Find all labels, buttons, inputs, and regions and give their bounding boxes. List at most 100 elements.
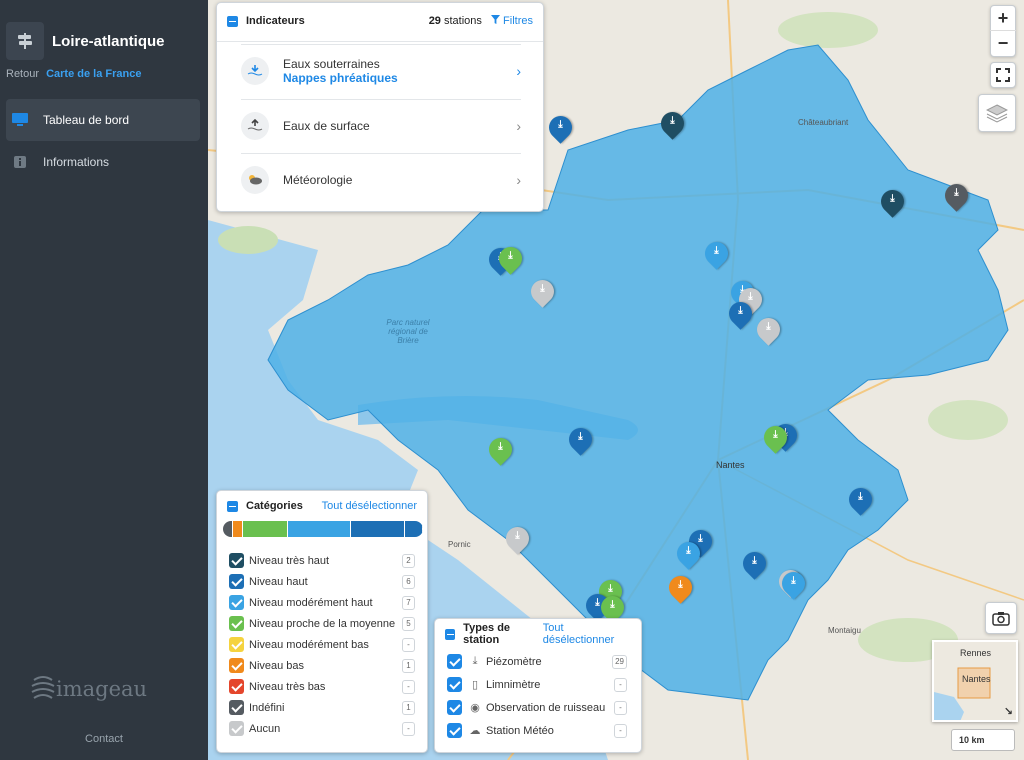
checkbox[interactable] bbox=[229, 553, 244, 568]
collapse-icon[interactable] bbox=[445, 628, 456, 640]
piezometer-icon: ⤓ bbox=[678, 579, 683, 590]
checkbox[interactable] bbox=[229, 658, 244, 673]
info-icon bbox=[12, 155, 28, 169]
category-item[interactable]: Niveau modérément haut 7 bbox=[229, 592, 415, 613]
checkbox[interactable] bbox=[229, 700, 244, 715]
station-marker[interactable]: ⤓ bbox=[526, 275, 559, 312]
surface-water-icon bbox=[241, 112, 269, 140]
sidebar-item-dashboard[interactable]: Tableau de bord bbox=[6, 99, 200, 141]
place-label-nantes: Nantes bbox=[716, 460, 745, 470]
category-item[interactable]: Niveau haut 6 bbox=[229, 571, 415, 592]
checkbox[interactable] bbox=[447, 723, 462, 738]
checkbox[interactable] bbox=[229, 721, 244, 736]
station-type-count: - bbox=[614, 723, 627, 738]
station-marker[interactable]: ⤓ bbox=[564, 423, 597, 460]
categories-deselect-all[interactable]: Tout désélectionner bbox=[322, 500, 417, 512]
zoom-out-button[interactable]: − bbox=[990, 31, 1016, 56]
filter-icon bbox=[490, 15, 500, 24]
station-marker[interactable]: ⤓ bbox=[501, 522, 534, 559]
category-item[interactable]: Indéfini 1 bbox=[229, 697, 415, 718]
station-marker[interactable]: ⤓ bbox=[752, 313, 785, 350]
category-count: - bbox=[402, 679, 415, 694]
indicator-surface-water[interactable]: Eaux de surface › bbox=[241, 99, 521, 152]
station-types-deselect-all[interactable]: Tout désélectionner bbox=[543, 622, 631, 646]
station-marker[interactable]: ⤓ bbox=[484, 433, 517, 470]
sidebar-item-informations[interactable]: Informations bbox=[6, 141, 200, 183]
piezometer-icon: ⤓ bbox=[714, 245, 719, 256]
collapse-icon[interactable] bbox=[227, 500, 238, 512]
category-label: Niveau proche de la moyenne bbox=[249, 617, 396, 630]
category-count: - bbox=[402, 721, 415, 736]
category-item[interactable]: Niveau très haut 2 bbox=[229, 550, 415, 571]
station-type-limnimetre[interactable]: ▯ Limnimètre - bbox=[447, 673, 627, 696]
filters-button[interactable]: Filtres bbox=[490, 15, 533, 27]
monitor-icon bbox=[12, 113, 28, 127]
station-type-piezometre[interactable]: ⤓ Piézomètre 29 bbox=[447, 650, 627, 673]
station-marker[interactable]: ⤓ bbox=[844, 483, 877, 520]
indicator-groundwater[interactable]: Eaux souterraines Nappes phréatiques › bbox=[241, 44, 521, 97]
category-label: Niveau très bas bbox=[249, 680, 326, 693]
checkbox[interactable] bbox=[229, 679, 244, 694]
contact-link[interactable]: Contact bbox=[0, 733, 208, 745]
piezometer-icon: ⤓ bbox=[558, 119, 563, 130]
station-type-observation[interactable]: ◉ Observation de ruisseau - bbox=[447, 696, 627, 719]
category-item[interactable]: Niveau bas 1 bbox=[229, 655, 415, 676]
minimap-toggle-icon[interactable]: ↘ bbox=[1004, 705, 1013, 718]
category-item[interactable]: Niveau très bas - bbox=[229, 676, 415, 697]
checkbox[interactable] bbox=[229, 637, 244, 652]
station-marker[interactable]: ⤓ bbox=[777, 567, 810, 604]
station-type-count: - bbox=[614, 700, 627, 715]
checkbox[interactable] bbox=[447, 700, 462, 715]
minimap[interactable]: Rennes Nantes ↘ bbox=[932, 640, 1018, 722]
screenshot-button[interactable] bbox=[985, 602, 1017, 634]
bar-segment-moderement-haut bbox=[288, 521, 351, 537]
piezometer-icon: ⤓ bbox=[752, 555, 757, 566]
piezometer-icon: ⤓ bbox=[738, 305, 743, 316]
piezometer-icon: ⤓ bbox=[515, 530, 520, 541]
station-marker[interactable]: ⤓ bbox=[759, 421, 792, 458]
checkbox[interactable] bbox=[229, 616, 244, 631]
camera-icon bbox=[992, 611, 1010, 626]
piezometer-icon: ⤓ bbox=[670, 115, 675, 126]
station-marker[interactable]: ⤓ bbox=[494, 242, 527, 279]
station-marker[interactable]: ⤓ bbox=[940, 179, 973, 216]
station-marker[interactable]: ⤓ bbox=[724, 297, 757, 334]
station-marker[interactable]: ⤓ bbox=[700, 237, 733, 274]
logo-text: imageau bbox=[56, 677, 148, 701]
categories-panel: Catégories Tout désélectionner Niveau tr… bbox=[216, 490, 428, 753]
sidebar: Loire-atlantique Retour Carte de la Fran… bbox=[0, 0, 208, 760]
stations-count: 29 bbox=[428, 15, 441, 27]
station-marker[interactable]: ⤓ bbox=[738, 547, 771, 584]
indicator-label: Eaux de surface bbox=[283, 119, 370, 133]
minimap-label-nantes: Nantes bbox=[962, 674, 991, 684]
piezometer-icon: ⤓ bbox=[954, 187, 959, 198]
station-marker[interactable]: ⤓ bbox=[876, 185, 909, 222]
station-marker[interactable]: ⤓ bbox=[664, 571, 697, 608]
collapse-icon[interactable] bbox=[227, 15, 238, 27]
zoom-in-button[interactable]: + bbox=[990, 6, 1016, 32]
layers-button[interactable] bbox=[978, 94, 1016, 132]
checkbox[interactable] bbox=[447, 654, 462, 669]
checkbox[interactable] bbox=[229, 574, 244, 589]
categories-list: Niveau très haut 2 Niveau haut 6 Niveau modé… bbox=[229, 550, 415, 739]
fullscreen-button[interactable] bbox=[990, 62, 1016, 88]
category-label: Indéfini bbox=[249, 701, 285, 714]
category-count: - bbox=[402, 637, 415, 652]
fullscreen-icon bbox=[996, 68, 1010, 82]
station-type-label: Station Météo bbox=[486, 724, 554, 737]
checkbox[interactable] bbox=[229, 595, 244, 610]
bar-segment-haut bbox=[351, 521, 405, 537]
station-marker[interactable]: ⤓ bbox=[656, 107, 689, 144]
category-item[interactable]: Niveau proche de la moyenne 5 bbox=[229, 613, 415, 634]
station-marker[interactable]: ⤓ bbox=[672, 537, 705, 574]
station-marker[interactable]: ⤓ bbox=[544, 111, 577, 148]
category-count: 2 bbox=[402, 553, 415, 568]
category-item[interactable]: Aucun - bbox=[229, 718, 415, 739]
checkbox[interactable] bbox=[447, 677, 462, 692]
station-type-meteo[interactable]: ☁ Station Météo - bbox=[447, 719, 627, 742]
minimap-label-rennes: Rennes bbox=[960, 648, 992, 658]
back-link[interactable]: Carte de la France bbox=[46, 68, 141, 80]
category-item[interactable]: Niveau modérément bas - bbox=[229, 634, 415, 655]
station-type-count: 29 bbox=[612, 654, 627, 669]
indicator-weather[interactable]: Météorologie › bbox=[241, 153, 521, 206]
